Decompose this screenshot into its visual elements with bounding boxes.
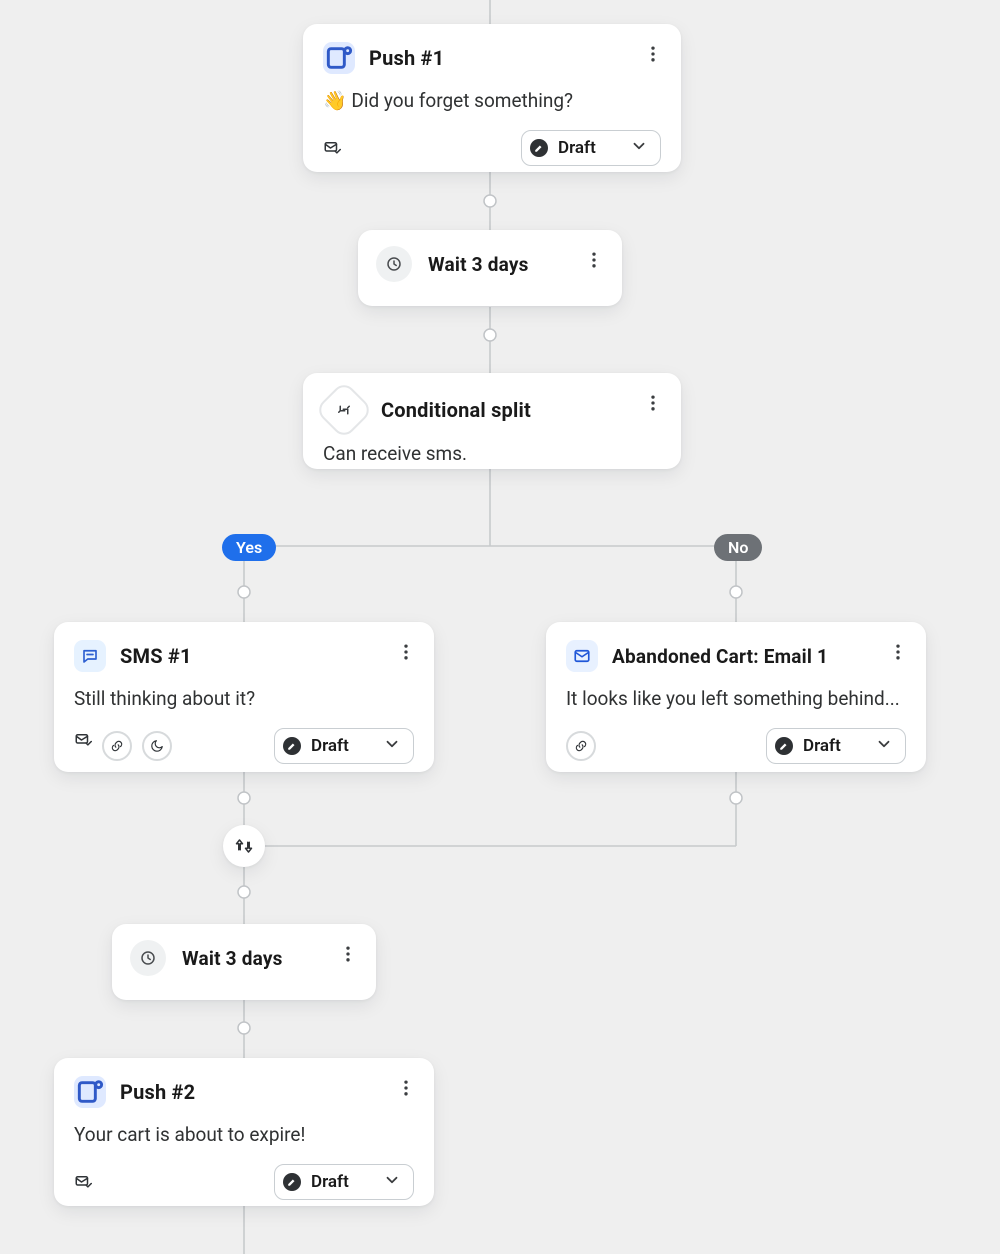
card-wait-1[interactable]: Wait 3 days xyxy=(358,230,622,306)
link-icon xyxy=(566,731,596,761)
card-title: Push #2 xyxy=(120,1080,195,1104)
reply-icon xyxy=(74,731,92,761)
status-dropdown[interactable]: Draft xyxy=(274,1164,414,1200)
status-label: Draft xyxy=(803,736,841,756)
split-title: Conditional split xyxy=(381,398,531,422)
card-push-1[interactable]: Push #1 👋 Did you forget something? Draf… xyxy=(303,24,681,172)
more-menu-button[interactable] xyxy=(637,387,669,419)
wait-title: Wait 3 days xyxy=(428,253,529,276)
card-body: Still thinking about it? xyxy=(74,686,414,712)
more-menu-button[interactable] xyxy=(637,38,669,70)
card-conditional-split[interactable]: Conditional split Can receive sms. xyxy=(303,373,681,469)
more-menu-button[interactable] xyxy=(882,636,914,668)
chevron-down-icon xyxy=(630,137,648,159)
status-label: Draft xyxy=(311,736,349,756)
flow-canvas: Push #1 👋 Did you forget something? Draf… xyxy=(0,0,1000,1254)
more-menu-button[interactable] xyxy=(390,636,422,668)
draft-status-icon xyxy=(283,1173,301,1191)
more-menu-button[interactable] xyxy=(390,1072,422,1104)
card-wait-2[interactable]: Wait 3 days xyxy=(112,924,376,1000)
draft-status-icon xyxy=(775,737,793,755)
card-body: 👋 Did you forget something? xyxy=(323,88,661,114)
card-push-2[interactable]: Push #2 Your cart is about to expire! Dr… xyxy=(54,1058,434,1206)
card-body: It looks like you left something behind.… xyxy=(566,686,906,712)
card-title: SMS #1 xyxy=(120,644,192,668)
reply-icon xyxy=(323,139,341,157)
reply-icon xyxy=(74,1173,92,1191)
status-dropdown[interactable]: Draft xyxy=(766,728,906,764)
split-icon xyxy=(314,380,373,439)
status-label: Draft xyxy=(311,1172,349,1192)
wave-emoji: 👋 xyxy=(323,89,347,112)
branch-label-yes: Yes xyxy=(222,534,276,561)
clock-icon xyxy=(376,246,412,282)
status-dropdown[interactable]: Draft xyxy=(274,728,414,764)
card-title: Abandoned Cart: Email 1 xyxy=(612,645,828,668)
draft-status-icon xyxy=(530,139,548,157)
merge-node[interactable] xyxy=(223,825,265,867)
push-icon xyxy=(323,42,355,74)
sms-icon xyxy=(74,640,106,672)
moon-icon xyxy=(142,731,172,761)
wait-title: Wait 3 days xyxy=(182,947,283,970)
email-icon xyxy=(566,640,598,672)
more-menu-button[interactable] xyxy=(578,244,610,276)
card-body: Your cart is about to expire! xyxy=(74,1122,414,1148)
clock-icon xyxy=(130,940,166,976)
chevron-down-icon xyxy=(383,735,401,757)
card-title: Push #1 xyxy=(369,46,444,70)
draft-status-icon xyxy=(283,737,301,755)
status-dropdown[interactable]: Draft xyxy=(521,130,661,166)
status-label: Draft xyxy=(558,138,596,158)
push-icon xyxy=(74,1076,106,1108)
card-sms-1[interactable]: SMS #1 Still thinking about it? Draft xyxy=(54,622,434,772)
split-body: Can receive sms. xyxy=(323,441,661,467)
branch-label-no: No xyxy=(714,534,762,561)
chevron-down-icon xyxy=(383,1171,401,1193)
link-icon xyxy=(102,731,132,761)
chevron-down-icon xyxy=(875,735,893,757)
card-email-1[interactable]: Abandoned Cart: Email 1 It looks like yo… xyxy=(546,622,926,772)
more-menu-button[interactable] xyxy=(332,938,364,970)
